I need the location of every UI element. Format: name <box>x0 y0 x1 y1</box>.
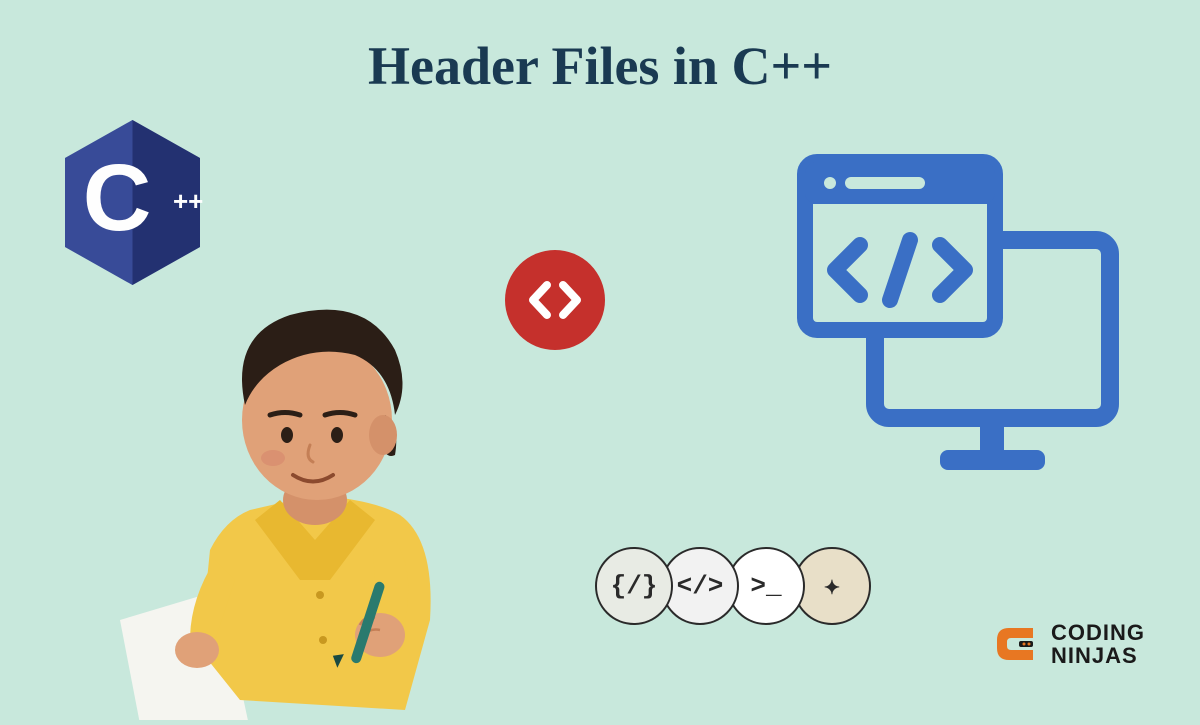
svg-text:++: ++ <box>173 186 203 216</box>
code-pills-group: {/} </> >_ ✦ <box>595 547 871 625</box>
coding-ninjas-logo: CODING NINJAS <box>991 618 1145 670</box>
code-badge-icon <box>505 250 605 350</box>
pill-braces-icon: {/} <box>595 547 673 625</box>
brand-text: CODING NINJAS <box>1051 621 1145 667</box>
page-title: Header Files in C++ <box>368 35 832 97</box>
brand-line-2: NINJAS <box>1051 644 1145 667</box>
code-monitor-icon <box>785 150 1125 485</box>
svg-text:C: C <box>83 145 152 251</box>
brand-c-mark-icon <box>991 618 1043 670</box>
person-writing-icon <box>115 240 495 720</box>
brand-line-1: CODING <box>1051 621 1145 644</box>
